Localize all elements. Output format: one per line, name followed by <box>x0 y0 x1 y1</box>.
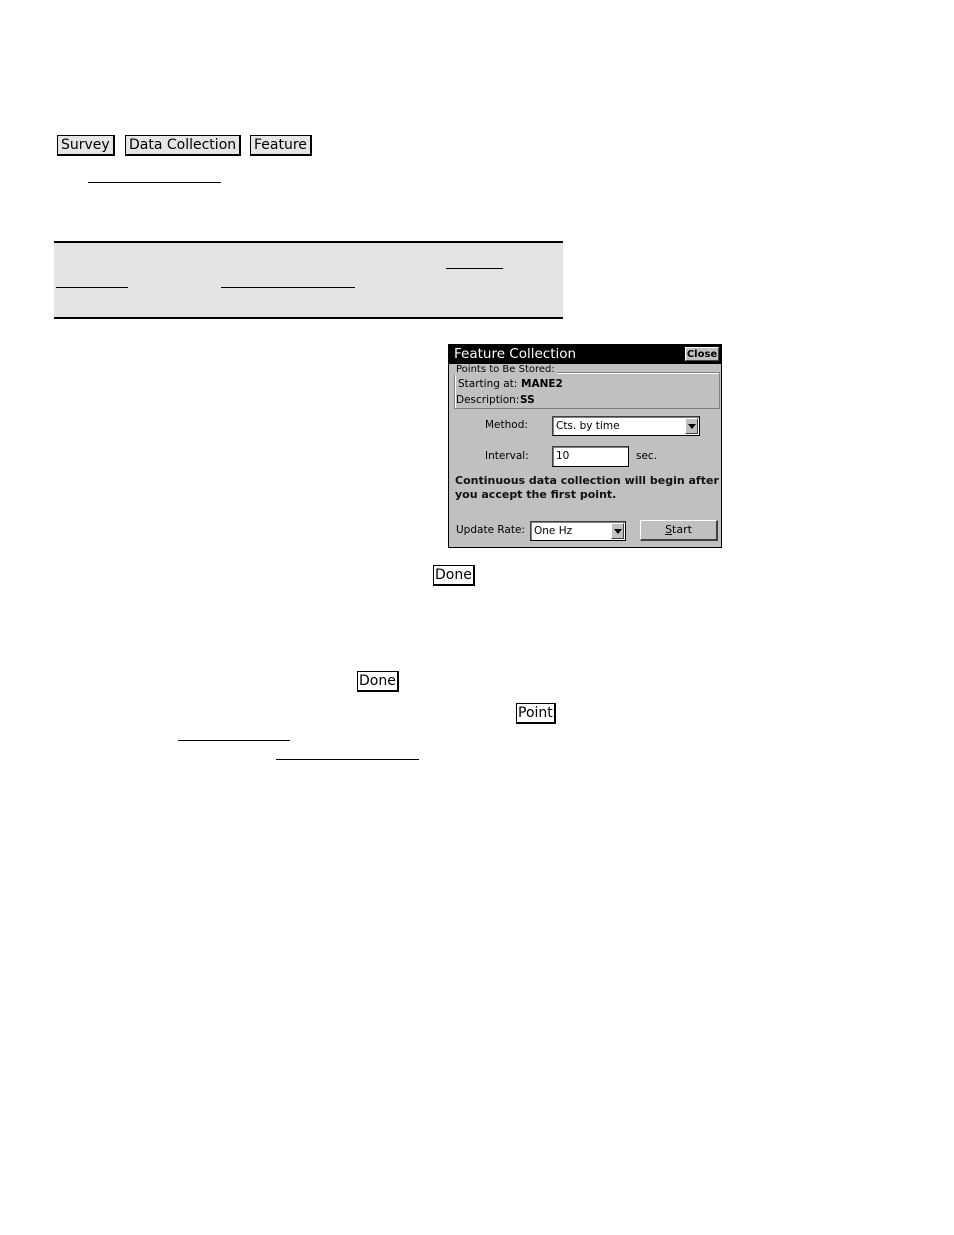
underline-blank <box>178 740 290 741</box>
description-label: Description: <box>456 394 520 406</box>
method-dropdown[interactable]: Cts. by time <box>552 416 700 436</box>
start-label: tart <box>672 523 692 536</box>
dialog-title-bar: Feature Collection Close <box>449 345 721 364</box>
underline-blank <box>221 287 355 288</box>
interval-input[interactable]: 10 <box>552 446 629 467</box>
starting-at-value: MANE2 <box>521 378 563 390</box>
dialog-title: Feature Collection <box>454 346 577 362</box>
underline-blank <box>446 268 503 269</box>
method-label: Method: <box>485 419 528 431</box>
chevron-down-icon[interactable] <box>685 418 698 434</box>
close-button[interactable]: Close <box>685 347 719 361</box>
group-label: Points to Be Stored: <box>454 364 557 375</box>
done-key: Done <box>357 671 399 692</box>
data-collection-key: Data Collection <box>125 135 242 156</box>
underline-blank <box>56 287 128 288</box>
feature-key: Feature <box>250 135 312 156</box>
start-button[interactable]: Start <box>640 520 718 541</box>
interval-label: Interval: <box>485 450 529 462</box>
method-value: Cts. by time <box>556 420 620 432</box>
point-key: Point <box>516 703 556 724</box>
done-key: Done <box>433 565 475 586</box>
update-rate-label: Update Rate: <box>456 524 525 536</box>
chevron-down-icon[interactable] <box>611 523 624 539</box>
description-value: SS <box>520 394 535 406</box>
survey-key: Survey <box>57 135 115 156</box>
update-rate-value: One Hz <box>534 525 573 537</box>
note-box <box>54 241 563 319</box>
update-rate-dropdown[interactable]: One Hz <box>530 521 626 541</box>
info-message: Continuous data collection will begin af… <box>455 474 719 501</box>
interval-unit: sec. <box>636 450 658 462</box>
feature-collection-dialog: Feature Collection Close Points to Be St… <box>448 344 722 548</box>
underline-blank <box>88 182 221 183</box>
starting-at-label: Starting at: <box>458 378 518 390</box>
underline-blank <box>276 759 419 760</box>
interval-value: 10 <box>556 450 570 462</box>
start-accel-key: S <box>665 523 673 536</box>
